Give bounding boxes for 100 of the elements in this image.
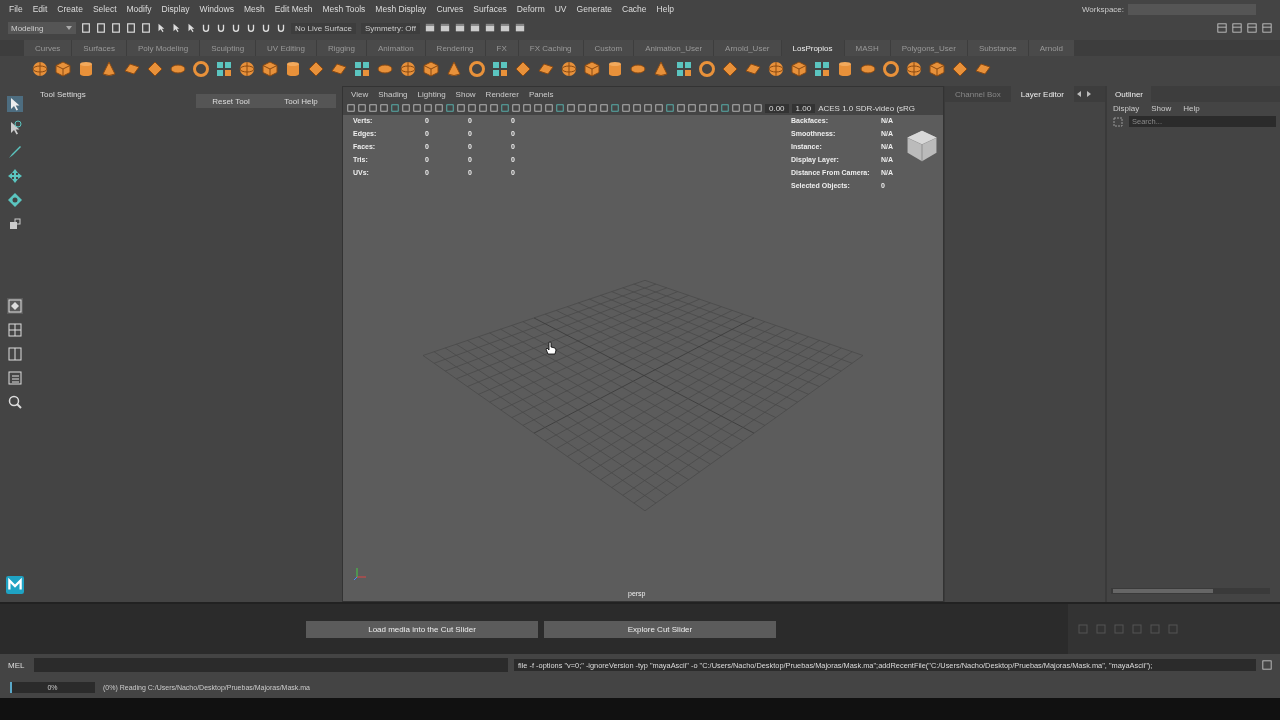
viewport-menu-item[interactable]: Renderer [485,89,519,99]
outliner-layout-icon[interactable] [7,370,23,386]
logo-icon[interactable] [6,576,24,594]
shelf-tab[interactable]: LosPropios [781,40,844,56]
cone-icon[interactable] [653,61,669,77]
menu-item[interactable]: Surfaces [468,4,512,14]
menu-item[interactable]: Display [156,4,195,14]
cylinder-icon[interactable] [607,61,623,77]
render-icon[interactable] [424,23,435,33]
menu-item[interactable]: Select [87,4,122,14]
menu-item[interactable]: Modify [121,4,157,14]
menu-set-dropdown[interactable]: Modeling [8,22,76,34]
sphere-icon[interactable] [768,61,784,77]
menu-item[interactable]: Mesh [238,4,270,14]
sphere-icon[interactable] [239,61,255,77]
viewport-menu-item[interactable]: Panels [528,89,554,99]
command-language-label[interactable]: MEL [8,660,28,670]
panel-layout-icon[interactable] [1217,23,1227,33]
tool-settings-button[interactable]: Tool Help [266,94,336,108]
render-icon[interactable] [439,23,450,33]
cut-slider-button[interactable]: Load media into the Cut Slider [306,620,538,638]
cylinder-icon[interactable] [78,61,94,77]
disc-icon[interactable] [630,61,646,77]
plane-icon[interactable] [975,61,991,77]
gamma-field[interactable]: 1.00 [791,103,816,113]
viewport-menu-item[interactable]: View [351,89,369,99]
search-icon[interactable] [7,394,23,410]
command-input-field[interactable] [34,658,508,672]
select-tool-icon[interactable] [7,96,23,112]
render-icon[interactable] [514,23,525,33]
panel-tab[interactable]: Layer Editor [1010,86,1074,102]
diamond-icon[interactable] [722,61,738,77]
menu-item[interactable]: Windows [194,4,239,14]
rotate-tool-icon[interactable] [7,192,23,208]
two-pane-layout-icon[interactable] [7,346,23,362]
cube-icon[interactable] [584,61,600,77]
symmetry-dropdown[interactable]: Symmetry: Off [360,22,420,34]
render-icon[interactable] [454,23,465,33]
menu-item[interactable]: Create [52,4,88,14]
menu-item[interactable]: Curves [431,4,469,14]
tool-settings-button[interactable]: Reset Tool [196,94,266,108]
grid-blocks-icon[interactable] [216,61,232,77]
plane-icon[interactable] [331,61,347,77]
diamond-icon[interactable] [515,61,531,77]
color-space-label[interactable]: ACES 1.0 SDR-video (sRG [818,103,916,113]
cone-icon[interactable] [101,61,117,77]
single-pane-layout-icon[interactable] [7,298,23,314]
sphere-icon[interactable] [906,61,922,77]
panel-layout-icon[interactable] [1232,23,1242,33]
cube-icon[interactable] [791,61,807,77]
grid-blocks-icon[interactable] [676,61,692,77]
outliner-menu-item[interactable]: Show [1151,104,1172,113]
torus-icon[interactable] [193,61,209,77]
outliner-menu-item[interactable]: Display [1113,104,1140,113]
disc-icon[interactable] [377,61,393,77]
render-icon[interactable] [499,23,510,33]
cylinder-icon[interactable] [285,61,301,77]
cone-icon[interactable] [446,61,462,77]
menu-item[interactable]: Cache [617,4,652,14]
move-tool-icon[interactable] [7,168,23,184]
menu-item[interactable]: UV [549,4,572,14]
scale-tool-icon[interactable] [7,216,23,232]
torus-icon[interactable] [469,61,485,77]
render-icon[interactable] [469,23,480,33]
cube-icon[interactable] [55,61,71,77]
view-cube-icon[interactable] [905,129,939,163]
script-editor-icon[interactable] [1262,660,1272,670]
cube-icon[interactable] [929,61,945,77]
diamond-icon[interactable] [952,61,968,77]
render-icon[interactable] [484,23,495,33]
plane-icon[interactable] [124,61,140,77]
viewport-menu-item[interactable]: Lighting [417,89,446,99]
sphere-icon[interactable] [32,61,48,77]
grid-blocks-icon[interactable] [814,61,830,77]
diamond-icon[interactable] [308,61,324,77]
panel-layout-icon[interactable] [1247,23,1257,33]
sphere-icon[interactable] [400,61,416,77]
viewport-menu-item[interactable]: Shading [378,89,408,99]
torus-icon[interactable] [883,61,899,77]
live-surface-field[interactable]: No Live Surface [291,22,356,34]
cut-slider-button[interactable]: Explore Cut Slider [544,620,776,638]
disc-icon[interactable] [170,61,186,77]
arrows-icon[interactable] [1075,90,1092,98]
viewport-menu-item[interactable]: Show [455,89,476,99]
cube-icon[interactable] [423,61,439,77]
menu-item[interactable]: Help [651,4,680,14]
menu-item[interactable]: Edit Mesh [269,4,318,14]
menu-item[interactable]: Generate [571,4,617,14]
paint-brush-icon[interactable] [7,144,23,160]
torus-icon[interactable] [699,61,715,77]
document-icon[interactable] [81,23,91,33]
cylinder-icon[interactable] [837,61,853,77]
menu-item[interactable]: Mesh Display [370,4,432,14]
plane-icon[interactable] [745,61,761,77]
exposure-field[interactable]: 0.00 [765,103,789,113]
menu-item[interactable]: Mesh Tools [317,4,371,14]
cube-icon[interactable] [262,61,278,77]
menu-item[interactable]: Edit [27,4,53,14]
grid-blocks-icon[interactable] [354,61,370,77]
grid-blocks-icon[interactable] [492,61,508,77]
